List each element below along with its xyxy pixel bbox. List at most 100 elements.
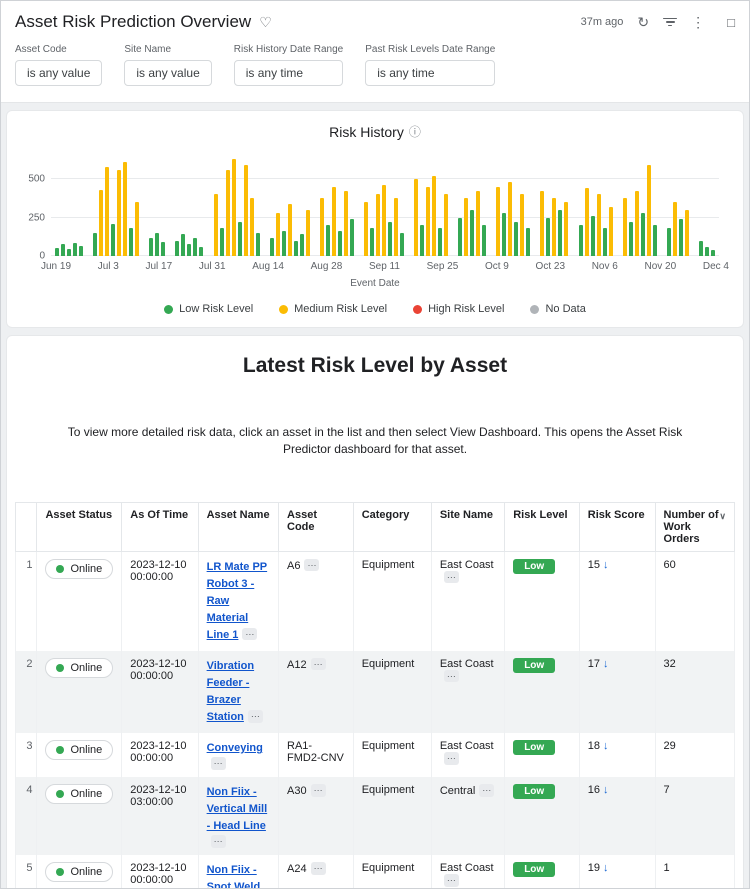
info-icon[interactable]: ⓘ <box>409 123 421 140</box>
asset-code-cell: A30 <box>287 785 307 798</box>
work-orders-cell: 32 <box>654 650 736 734</box>
bar <box>508 182 513 256</box>
row-number: 3 <box>14 733 38 778</box>
header-as-of-time[interactable]: As Of Time <box>121 501 199 552</box>
top-bar: Asset Risk Prediction Overview ♡ 37m ago… <box>1 1 749 38</box>
cell-menu-icon[interactable]: ⋯ <box>310 657 326 671</box>
refresh-icon[interactable]: ↻ <box>637 15 649 29</box>
header-asset-name[interactable]: Asset Name <box>197 501 280 552</box>
latest-risk-card: Latest Risk Level by Asset To view more … <box>6 335 744 888</box>
filter-asset-code: Asset Code is any value <box>15 44 103 86</box>
bar-group <box>213 156 260 256</box>
header-category[interactable]: Category <box>352 501 432 552</box>
table-row[interactable]: 2 Online 2023-12-10 00:00:00 Vibration F… <box>14 650 736 734</box>
work-orders-cell: 29 <box>654 733 736 778</box>
bar <box>375 194 380 256</box>
asset-name-link[interactable]: Vibration Feeder - Brazer Station <box>207 660 254 723</box>
legend-dot <box>530 304 540 314</box>
bar <box>640 212 645 256</box>
bar <box>464 197 469 256</box>
asset-name-link[interactable]: Non Fiix - Vertical Mill - Head Line <box>207 786 268 832</box>
y-tick-label: 250 <box>28 212 45 224</box>
risk-level-badge: Low <box>513 784 556 800</box>
header-asset-status[interactable]: Asset Status <box>36 501 123 552</box>
cell-menu-icon[interactable]: ⋯ <box>247 709 263 723</box>
bar <box>564 202 569 256</box>
bar <box>414 179 418 256</box>
cell-menu-icon[interactable]: ⋯ <box>443 752 459 765</box>
favorite-heart-icon[interactable]: ♡ <box>259 14 272 31</box>
header-site-name[interactable]: Site Name <box>430 501 506 552</box>
header-asset-code[interactable]: Asset Code <box>278 501 354 552</box>
filter-risk-history-range-value[interactable]: is any time <box>233 60 344 86</box>
x-tick-label: Sep 11 <box>368 261 400 272</box>
filter-past-risk-range-value[interactable]: is any time <box>365 60 496 86</box>
bar <box>287 203 292 256</box>
header-risk-level[interactable]: Risk Level <box>504 501 580 552</box>
asset-name-link[interactable]: Non Fiix - Spot Weld Station - Door Line <box>207 864 261 888</box>
more-vert-icon[interactable]: ⋮ <box>691 15 705 29</box>
cell-menu-icon[interactable]: ⋯ <box>443 874 459 887</box>
bar <box>187 244 192 256</box>
filter-label: Risk History Date Range <box>233 44 344 55</box>
filter-site-name-value[interactable]: is any value <box>124 60 212 86</box>
bar <box>135 202 140 256</box>
site-name-cell: East Coast <box>439 657 494 670</box>
x-tick-label: Dec 4 <box>702 261 729 272</box>
filter-icon[interactable] <box>663 17 678 27</box>
cell-menu-icon[interactable]: ⋯ <box>242 627 258 641</box>
table-row[interactable]: 3 Online 2023-12-10 00:00:00 Conveying⋯ … <box>14 733 736 778</box>
online-dot <box>56 746 65 755</box>
category-cell: Equipment <box>352 650 432 734</box>
bar <box>275 212 280 256</box>
bar <box>634 191 639 256</box>
risk-level-badge: Low <box>513 740 556 756</box>
bar <box>420 225 424 256</box>
filter-label: Site Name <box>124 44 172 55</box>
bar <box>458 217 463 256</box>
cell-menu-icon[interactable]: ⋯ <box>479 784 495 797</box>
cell-menu-icon[interactable]: ⋯ <box>304 558 320 572</box>
bar-group <box>698 156 715 256</box>
legend-item[interactable]: No Data <box>530 303 586 315</box>
header-work-orders[interactable]: ∨ Number of Work Orders <box>654 501 736 552</box>
table-row[interactable]: 5 Online 2023-12-10 00:00:00 Non Fiix - … <box>14 855 736 888</box>
bar <box>129 228 134 256</box>
cell-menu-icon[interactable]: ⋯ <box>310 862 326 875</box>
bar <box>678 219 683 256</box>
cell-menu-icon[interactable]: ⋯ <box>310 784 326 797</box>
asset-name-link[interactable]: Conveying <box>207 742 263 754</box>
filters-bar: Asset Code is any value Site Name is any… <box>1 38 749 103</box>
bar <box>219 228 224 256</box>
as-of-time-cell: 2023-12-10 00:00:00 <box>121 650 199 734</box>
bar <box>343 191 348 256</box>
legend-item[interactable]: High Risk Level <box>413 303 504 315</box>
legend-item[interactable]: Medium Risk Level <box>279 303 387 315</box>
legend-label: Medium Risk Level <box>294 303 388 315</box>
bar <box>337 231 342 256</box>
cell-menu-icon[interactable]: ⋯ <box>210 757 226 770</box>
panel-icon[interactable]: □ <box>727 16 735 29</box>
cell-menu-icon[interactable]: ⋯ <box>443 570 459 584</box>
table-row[interactable]: 4 Online 2023-12-10 03:00:00 Non Fiix - … <box>14 777 736 856</box>
bar <box>155 232 160 256</box>
bar <box>482 225 487 256</box>
section-title: Latest Risk Level by Asset <box>242 354 508 377</box>
bar <box>299 234 304 256</box>
row-number: 4 <box>14 777 38 856</box>
bar <box>61 244 65 256</box>
bar <box>476 191 481 256</box>
cell-menu-icon[interactable]: ⋯ <box>443 669 459 683</box>
legend-item[interactable]: Low Risk Level <box>164 303 253 315</box>
risk-level-badge: Low <box>513 862 556 878</box>
filter-asset-code-value[interactable]: is any value <box>15 60 103 86</box>
asset-name-link[interactable]: LR Mate PP Robot 3 - Raw Material Line 1 <box>207 561 268 641</box>
latest-risk-table: Asset Status As Of Time Asset Name Asset… <box>14 501 736 888</box>
cell-menu-icon[interactable]: ⋯ <box>210 835 226 848</box>
status-badge: Online <box>45 657 114 678</box>
header-risk-score[interactable]: Risk Score <box>578 501 656 552</box>
x-tick-label: Nov 20 <box>644 261 677 272</box>
asset-code-cell: RA1-FMD2-CNV <box>287 740 344 765</box>
x-axis-label: Event Date <box>350 278 400 289</box>
table-row[interactable]: 1 Online 2023-12-10 00:00:00 LR Mate PP … <box>14 551 736 651</box>
